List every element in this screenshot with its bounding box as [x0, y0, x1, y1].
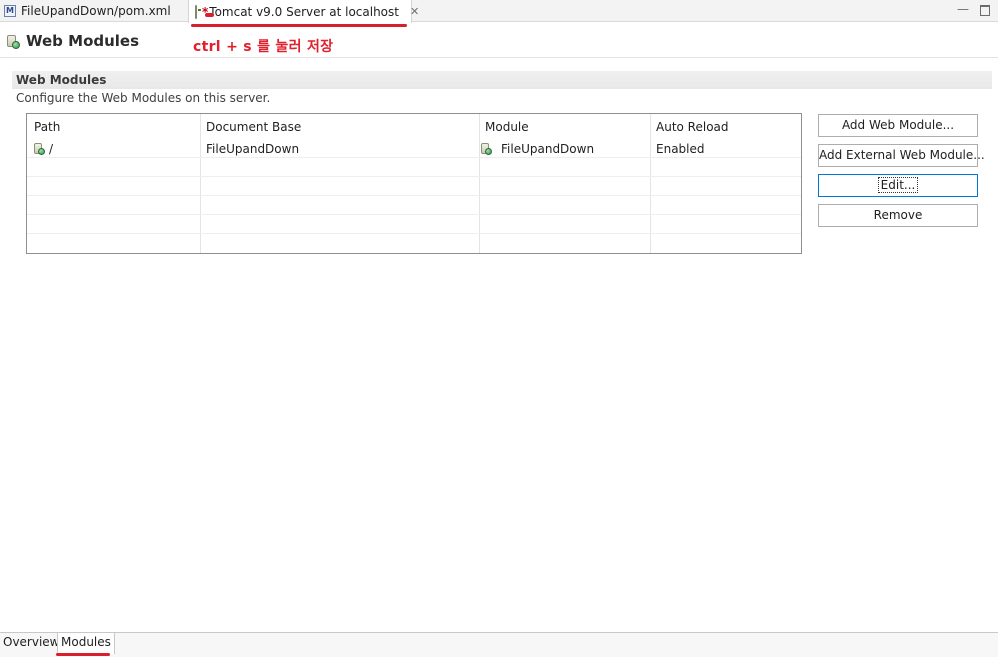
cell-module: FileUpandDown	[501, 142, 595, 156]
annotation-underline-tab	[191, 24, 407, 27]
cell-auto-reload[interactable]: Enabled	[656, 140, 705, 158]
column-header-path[interactable]: Path	[34, 118, 60, 136]
maven-pom-icon: M	[4, 5, 16, 17]
tab-label: FileUpandDown/pom.xml	[21, 4, 171, 18]
column-header-module[interactable]: Module	[485, 118, 529, 136]
maximize-icon[interactable]	[978, 3, 992, 17]
server-icon	[195, 4, 201, 19]
table-row-path[interactable]: /	[33, 140, 53, 158]
page-tab-bar: Overview Modules	[0, 632, 998, 657]
remove-button[interactable]: Remove	[818, 204, 978, 227]
page-title: Web Modules	[26, 32, 140, 50]
annotation-underline-modules	[56, 653, 110, 656]
section-description: Configure the Web Modules on this server…	[16, 91, 271, 105]
minimize-icon[interactable]: —	[956, 3, 970, 17]
server-editor: M FileUpandDown/pom.xml * Tomcat v9.0 Se…	[0, 0, 998, 657]
edit-button[interactable]: Edit...	[818, 174, 978, 197]
column-header-document-base[interactable]: Document Base	[206, 118, 301, 136]
web-module-icon	[33, 142, 46, 156]
section-header[interactable]: Web Modules	[12, 71, 992, 89]
tab-overview[interactable]: Overview	[0, 633, 63, 653]
web-modules-table[interactable]: Path Document Base Module Auto Reload / …	[26, 113, 802, 254]
tab-label: Tomcat v9.0 Server at localhost	[209, 4, 399, 19]
tab-modules[interactable]: Modules	[57, 633, 115, 654]
annotation-dot	[205, 13, 214, 17]
cell-path: /	[49, 142, 54, 156]
save-annotation: ctrl + s 를 눌러 저장	[193, 39, 334, 55]
add-web-module-button[interactable]: Add Web Module...	[818, 114, 978, 137]
add-external-web-module-button[interactable]: Add External Web Module...	[818, 144, 985, 167]
close-icon[interactable]: ✕	[410, 5, 419, 18]
tab-tomcat-server[interactable]: * Tomcat v9.0 Server at localhost ✕	[188, 0, 419, 23]
tab-pom-xml[interactable]: M FileUpandDown/pom.xml	[4, 0, 171, 22]
page-header: Web Modules ctrl + s 를 눌러 저장	[0, 28, 998, 58]
cell-document-base[interactable]: FileUpandDown	[206, 140, 299, 158]
editor-tab-bar: M FileUpandDown/pom.xml * Tomcat v9.0 Se…	[0, 0, 998, 23]
edit-button-label: Edit...	[877, 177, 919, 193]
column-header-auto-reload[interactable]: Auto Reload	[656, 118, 729, 136]
web-module-icon	[6, 35, 20, 49]
section-title: Web Modules	[16, 73, 107, 87]
web-module-icon	[480, 142, 493, 156]
table-row-module[interactable]: FileUpandDown	[480, 140, 594, 158]
